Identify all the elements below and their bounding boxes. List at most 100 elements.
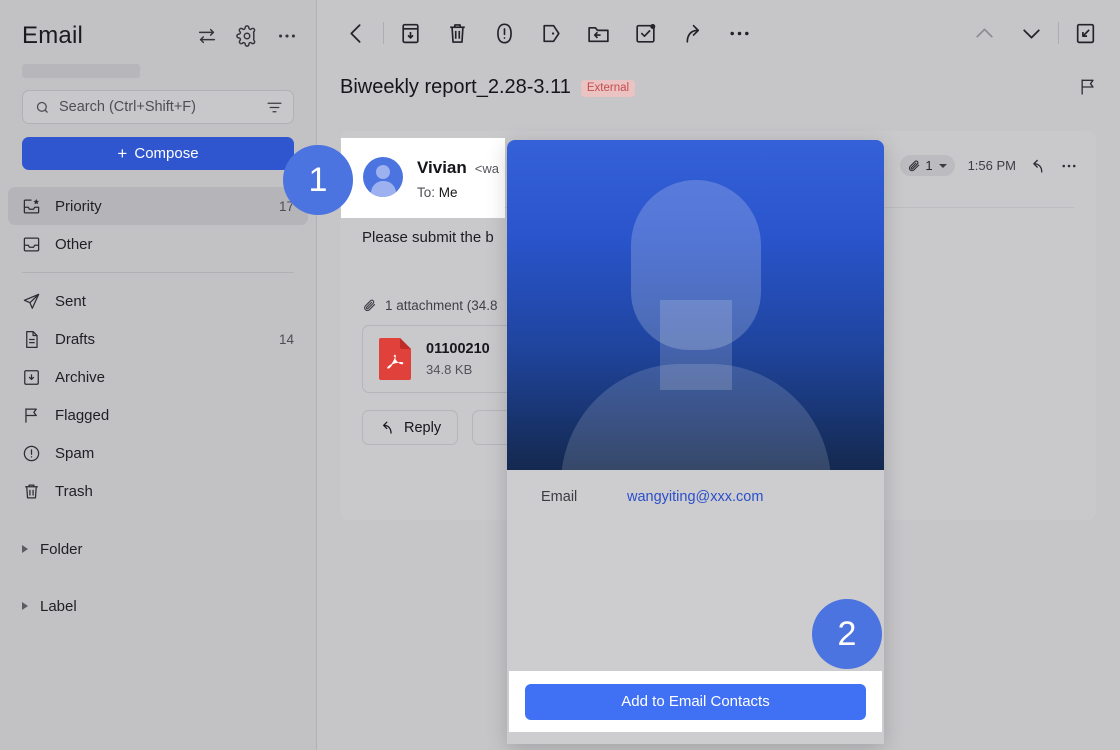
message-timestamp: 1:56 PM — [967, 158, 1016, 173]
paperclip-icon — [907, 159, 921, 173]
account-placeholder-bar — [22, 64, 140, 78]
sidebar-item-label: Drafts — [55, 330, 96, 348]
flag-icon — [22, 406, 41, 425]
delete-icon[interactable] — [445, 21, 470, 46]
attachment-count: 1 — [925, 158, 933, 173]
sender-block: Vivian <wa To: Me — [417, 157, 499, 200]
reply-button-label: Reply — [404, 419, 442, 436]
switch-arrows-icon[interactable] — [196, 25, 218, 47]
compose-button[interactable]: + Compose — [22, 137, 294, 170]
attachment-summary-text: 1 attachment (34.8 — [385, 298, 498, 313]
sidebar-header: Email — [0, 0, 316, 50]
recipient-line: To: Me — [417, 185, 499, 200]
sidebar-item-label: Archive — [55, 368, 106, 386]
reply-icon[interactable] — [1029, 157, 1047, 175]
sender-address: <wa — [474, 161, 499, 176]
toolbar-divider — [383, 22, 384, 44]
app-title: Email — [22, 22, 84, 49]
forward-icon[interactable] — [680, 21, 705, 46]
sidebar-item-drafts[interactable]: Drafts 14 — [8, 320, 308, 358]
document-icon — [22, 330, 41, 349]
silhouette-shoulders — [560, 364, 831, 470]
sidebar-item-spam[interactable]: Spam — [8, 434, 308, 472]
archive-box-icon — [22, 368, 41, 387]
gear-icon[interactable] — [236, 25, 258, 47]
reply-icon — [379, 419, 396, 436]
sidebar-item-sent[interactable]: Sent — [8, 282, 308, 320]
trash-icon — [22, 482, 41, 501]
report-spam-icon[interactable] — [492, 21, 517, 46]
more-horizontal-icon[interactable] — [276, 25, 298, 47]
attachment-count-pill[interactable]: 1 — [900, 155, 955, 176]
inbox-star-icon — [22, 197, 41, 216]
paperclip-icon — [362, 298, 377, 313]
filter-icon[interactable] — [266, 99, 283, 116]
search-container: Search (Ctrl+Shift+F) — [0, 78, 316, 124]
person-silhouette-icon — [507, 140, 884, 470]
sidebar-item-flagged[interactable]: Flagged — [8, 396, 308, 434]
more-horizontal-icon[interactable] — [727, 21, 752, 46]
sidebar-item-label: Other — [55, 235, 93, 253]
paper-plane-icon — [22, 292, 41, 311]
move-to-icon[interactable] — [586, 21, 611, 46]
inbox-icon — [22, 235, 41, 254]
to-label: To: — [417, 185, 436, 200]
sidebar-nav: Priority 17 Other Sent Drafts 14 Archive… — [0, 187, 316, 627]
contact-email-row: Email wangyiting@xxx.com — [507, 470, 884, 505]
attachment-filename: 01100210 — [426, 341, 490, 357]
sidebar-item-archive[interactable]: Archive — [8, 358, 308, 396]
sidebar-item-label: Spam — [55, 444, 95, 462]
sidebar-group-folder[interactable]: Folder — [0, 528, 316, 570]
reply-button[interactable]: Reply — [362, 410, 459, 445]
sidebar-item-trash[interactable]: Trash — [8, 472, 308, 510]
avatar-body — [370, 181, 396, 197]
sidebar-item-label: Sent — [55, 292, 86, 310]
contact-email-value[interactable]: wangyiting@xxx.com — [627, 489, 763, 505]
plus-icon: + — [117, 144, 128, 163]
sidebar-group-label[interactable]: Label — [0, 585, 316, 627]
chevron-up-icon[interactable] — [972, 21, 997, 46]
search-placeholder: Search (Ctrl+Shift+F) — [59, 99, 196, 115]
archive-icon[interactable] — [398, 21, 423, 46]
step-badge-1: 1 — [283, 145, 353, 215]
chevron-right-icon — [22, 545, 28, 553]
pdf-file-icon — [377, 337, 413, 381]
sidebar-item-label: Trash — [55, 482, 93, 500]
sender-highlight-overlay: Vivian <wa To: Me — [341, 138, 505, 218]
mark-read-icon[interactable] — [633, 21, 658, 46]
sidebar-divider — [22, 272, 294, 273]
sidebar-header-actions — [196, 25, 298, 47]
app-root: Email Search (Ctrl+Shift+F) + Compose Pr… — [0, 0, 1120, 750]
sidebar-item-priority[interactable]: Priority 17 — [8, 187, 308, 225]
avatar[interactable] — [363, 157, 403, 197]
contact-email-label: Email — [541, 489, 578, 505]
attachment-filesize: 34.8 KB — [426, 362, 473, 377]
step-badge-2: 2 — [812, 599, 882, 669]
sender-line: Vivian <wa — [417, 158, 499, 178]
status-badge: External — [580, 79, 636, 97]
sender-name[interactable]: Vivian — [417, 158, 467, 178]
chevron-right-icon — [22, 602, 28, 610]
page-title: Biweekly report_2.28-3.11 — [340, 75, 571, 98]
add-to-email-contacts-button[interactable]: Add to Email Contacts — [525, 683, 866, 720]
toolbar-divider — [1058, 22, 1059, 44]
sender-highlight-content: Vivian <wa To: Me — [341, 138, 505, 218]
exclamation-circle-icon — [22, 444, 41, 463]
chevron-down-icon[interactable] — [1019, 21, 1044, 46]
compose-container: + Compose — [0, 124, 316, 170]
sidebar: Email Search (Ctrl+Shift+F) + Compose Pr… — [0, 0, 317, 750]
subject-row: Biweekly report_2.28-3.11 External — [318, 66, 1120, 108]
popout-icon[interactable] — [1073, 21, 1098, 46]
sidebar-item-count: 14 — [278, 331, 294, 347]
more-horizontal-icon[interactable] — [1060, 157, 1078, 175]
back-arrow-icon[interactable] — [344, 21, 369, 46]
snooze-icon[interactable] — [539, 21, 564, 46]
search-input[interactable]: Search (Ctrl+Shift+F) — [22, 90, 294, 124]
flag-icon[interactable] — [1078, 77, 1098, 97]
sidebar-item-other[interactable]: Other — [8, 225, 308, 263]
avatar-head — [376, 165, 390, 179]
message-toolbar — [318, 0, 1120, 66]
sidebar-item-label: Priority — [55, 197, 102, 215]
chevron-down-icon — [938, 163, 947, 168]
sidebar-item-label: Flagged — [55, 406, 110, 424]
